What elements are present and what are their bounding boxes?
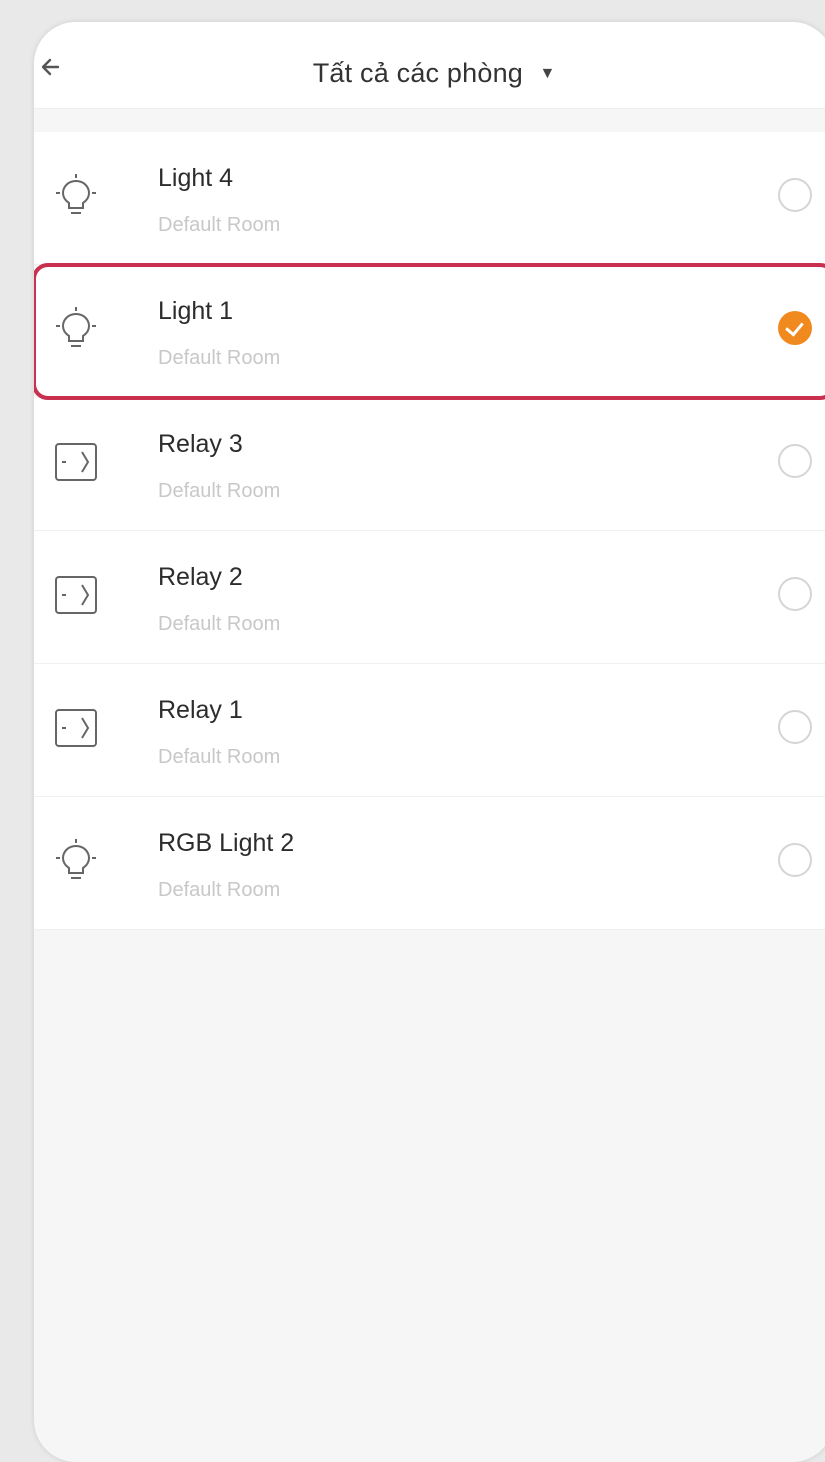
device-row-relay-3[interactable]: Relay 3 Default Room [34,398,825,531]
caret-down-icon: ▼ [539,65,556,82]
page-title: Tất cả các phòng [312,58,524,88]
device-name: Relay 2 [158,563,243,591]
device-room: Default Room [158,214,281,236]
device-name: Relay 1 [158,696,243,724]
select-radio[interactable] [778,843,812,877]
device-room: Default Room [158,879,281,901]
device-name: Light 4 [158,164,234,192]
room-selector[interactable]: Tất cả các phòng ▼ [34,58,825,89]
device-room: Default Room [158,347,281,369]
device-name: Relay 3 [158,430,243,458]
phone-screen: Tất cả các phòng ▼ Light 4 Default Room [34,22,825,1462]
device-row-light-1[interactable]: Light 1 Default Room [34,263,825,400]
relay-icon [55,709,97,747]
header-bar: Tất cả các phòng ▼ [34,22,825,109]
select-radio[interactable] [778,577,812,611]
device-room: Default Room [158,746,281,768]
device-room: Default Room [158,613,281,635]
select-radio[interactable] [778,178,812,212]
select-radio[interactable] [778,444,812,478]
device-row-rgb-light-2[interactable]: RGB Light 2 Default Room [34,797,825,930]
device-row-relay-1[interactable]: Relay 1 Default Room [34,664,825,797]
device-name: Light 1 [158,297,234,325]
select-radio[interactable] [778,710,812,744]
device-name: RGB Light 2 [158,829,295,857]
bulb-icon [56,839,96,879]
device-row-light-4[interactable]: Light 4 Default Room [34,132,825,265]
device-list: Light 4 Default Room Light 1 Default Roo… [34,132,825,930]
bulb-icon [56,307,96,347]
device-room: Default Room [158,480,281,502]
relay-icon [55,443,97,481]
select-radio-checked[interactable] [778,311,812,345]
relay-icon [55,576,97,614]
bulb-icon [56,174,96,214]
device-row-relay-2[interactable]: Relay 2 Default Room [34,531,825,664]
